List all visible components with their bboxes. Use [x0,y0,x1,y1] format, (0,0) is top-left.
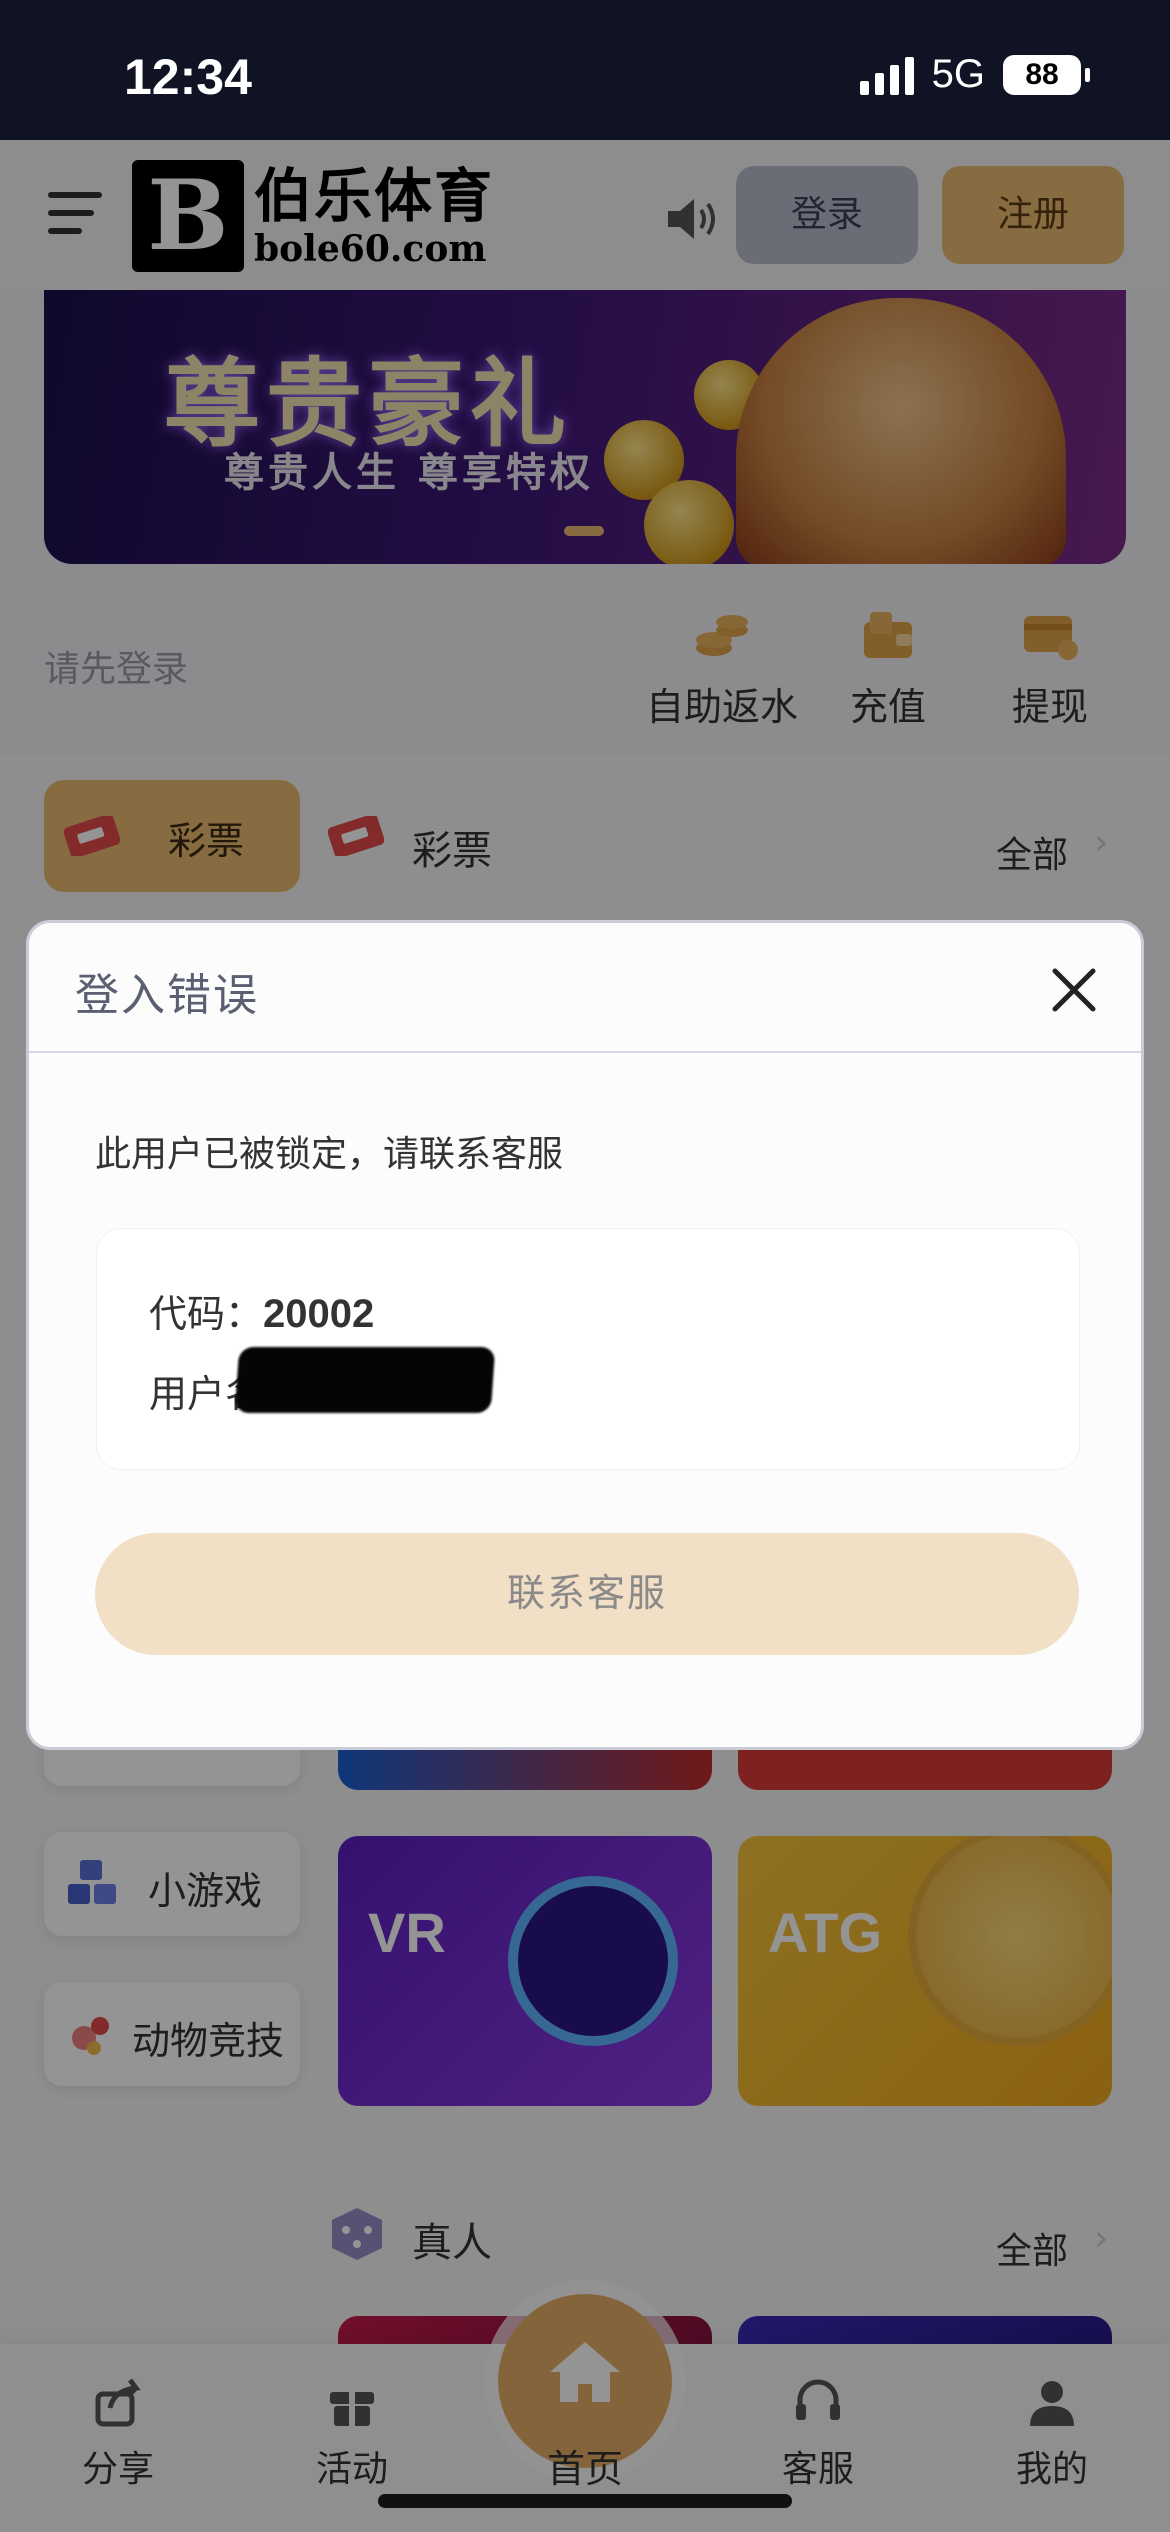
dialog-title: 登入错误 [75,970,259,1021]
error-code-line: 代码：20002 [149,1283,374,1338]
network-type: 5G [931,52,985,96]
login-error-dialog: 登入错误 此用户已被锁定，请联系客服 代码：20002 用户名 联系客服 [26,920,1144,1750]
status-time: 12:34 [124,49,252,105]
home-indicator [378,2494,792,2508]
dialog-header: 登入错误 [29,923,1141,1053]
signal-icon [859,55,914,95]
status-bar: 12:34 5G 88 [0,0,1170,140]
redaction-mark [234,1347,496,1413]
battery-tip [1085,67,1090,82]
contact-support-button[interactable]: 联系客服 [95,1533,1079,1655]
status-indicators: 5G 88 [859,52,1090,97]
battery-icon: 88 [1003,54,1081,95]
error-details: 代码：20002 用户名 [97,1229,1079,1469]
dialog-message: 此用户已被锁定，请联系客服 [95,1134,564,1175]
error-code-value: 20002 [263,1292,375,1336]
error-code-label: 代码： [149,1292,264,1336]
close-icon[interactable] [1051,967,1097,1013]
